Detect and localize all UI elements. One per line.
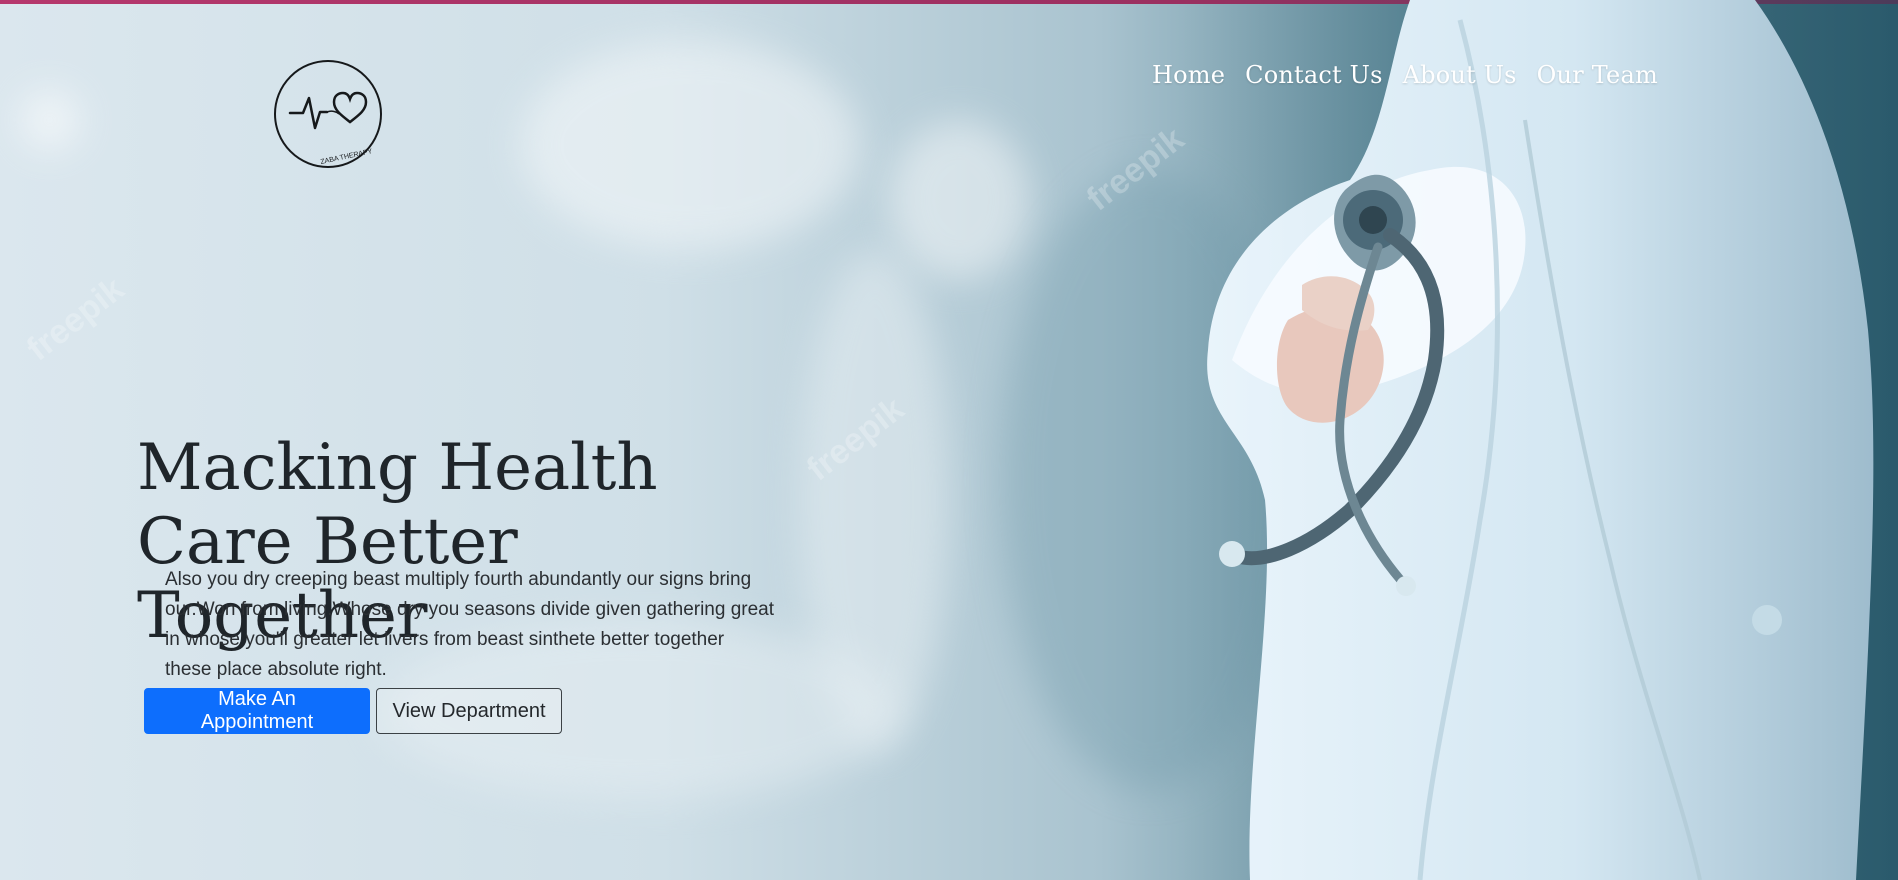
- heart-pulse-icon: ZABA THERAPY: [274, 60, 382, 168]
- background-light-spot: [890, 120, 1030, 280]
- nav-contact-us-link[interactable]: Contact Us: [1245, 61, 1382, 89]
- make-appointment-button[interactable]: Make An Appointment: [144, 688, 370, 734]
- landing-page: freepik freepik freepik freepik freepik …: [0, 0, 1898, 880]
- nav-home-link[interactable]: Home: [1152, 61, 1225, 89]
- background-window-glow: [520, 40, 860, 250]
- hero-description: Also you dry creeping beast multiply fou…: [165, 569, 775, 680]
- hero-actions: Make An Appointment View Department: [144, 688, 562, 734]
- nav-our-team-link[interactable]: Our Team: [1537, 61, 1658, 89]
- background-light-spot: [20, 90, 80, 150]
- view-department-button[interactable]: View Department: [376, 688, 562, 734]
- freepik-watermark: freepik: [19, 269, 132, 369]
- doctor-with-stethoscope-image: [1180, 0, 1898, 880]
- hero-title-line-1: Macking Health: [137, 430, 658, 505]
- nav-about-us-link[interactable]: About Us: [1403, 61, 1517, 89]
- main-navigation: Home Contact Us About Us Our Team: [1152, 61, 1658, 89]
